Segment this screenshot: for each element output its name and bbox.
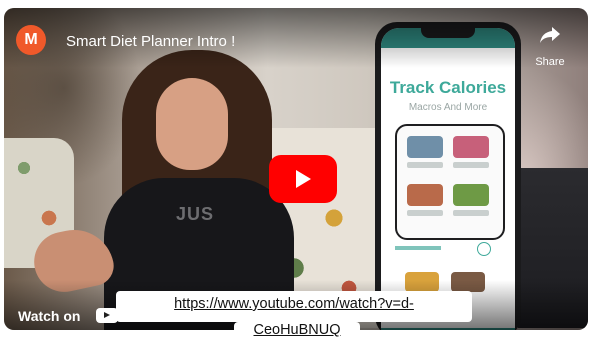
app-subtitle: Macros And More (408, 102, 488, 113)
meal-label (453, 162, 489, 168)
video-title[interactable]: Smart Diet Planner Intro ! (66, 33, 235, 50)
meal-thumbnail (453, 136, 489, 158)
meal-label (407, 210, 443, 216)
channel-avatar[interactable]: M (16, 25, 46, 55)
shirt-print: JUS (176, 204, 215, 224)
share-arrow-icon (530, 26, 570, 48)
presenter-face (156, 78, 228, 170)
share-label: Share (535, 56, 565, 68)
play-button[interactable] (269, 155, 337, 203)
meal-thumbnail (453, 184, 489, 206)
meal-label (453, 210, 489, 216)
youtube-logo-icon[interactable] (96, 308, 118, 323)
play-icon (104, 312, 110, 318)
meal-thumbnail (407, 136, 443, 158)
app-title: Track Calories (389, 78, 507, 97)
video-url-link-continued[interactable]: CeoHuBNUQ (234, 322, 360, 338)
watch-on-label[interactable]: Watch on (18, 308, 80, 324)
share-button[interactable]: Share (530, 26, 570, 68)
meal-thumbnail (407, 184, 443, 206)
info-icon (477, 242, 491, 256)
section-heading (395, 246, 441, 250)
play-icon (296, 170, 311, 188)
video-player[interactable]: JUS Track Calories Macros And More M Sma… (4, 8, 588, 330)
meal-grid-card (395, 124, 505, 240)
meal-label (407, 162, 443, 168)
video-url-link[interactable]: https://www.youtube.com/watch?v=d- (116, 296, 472, 312)
